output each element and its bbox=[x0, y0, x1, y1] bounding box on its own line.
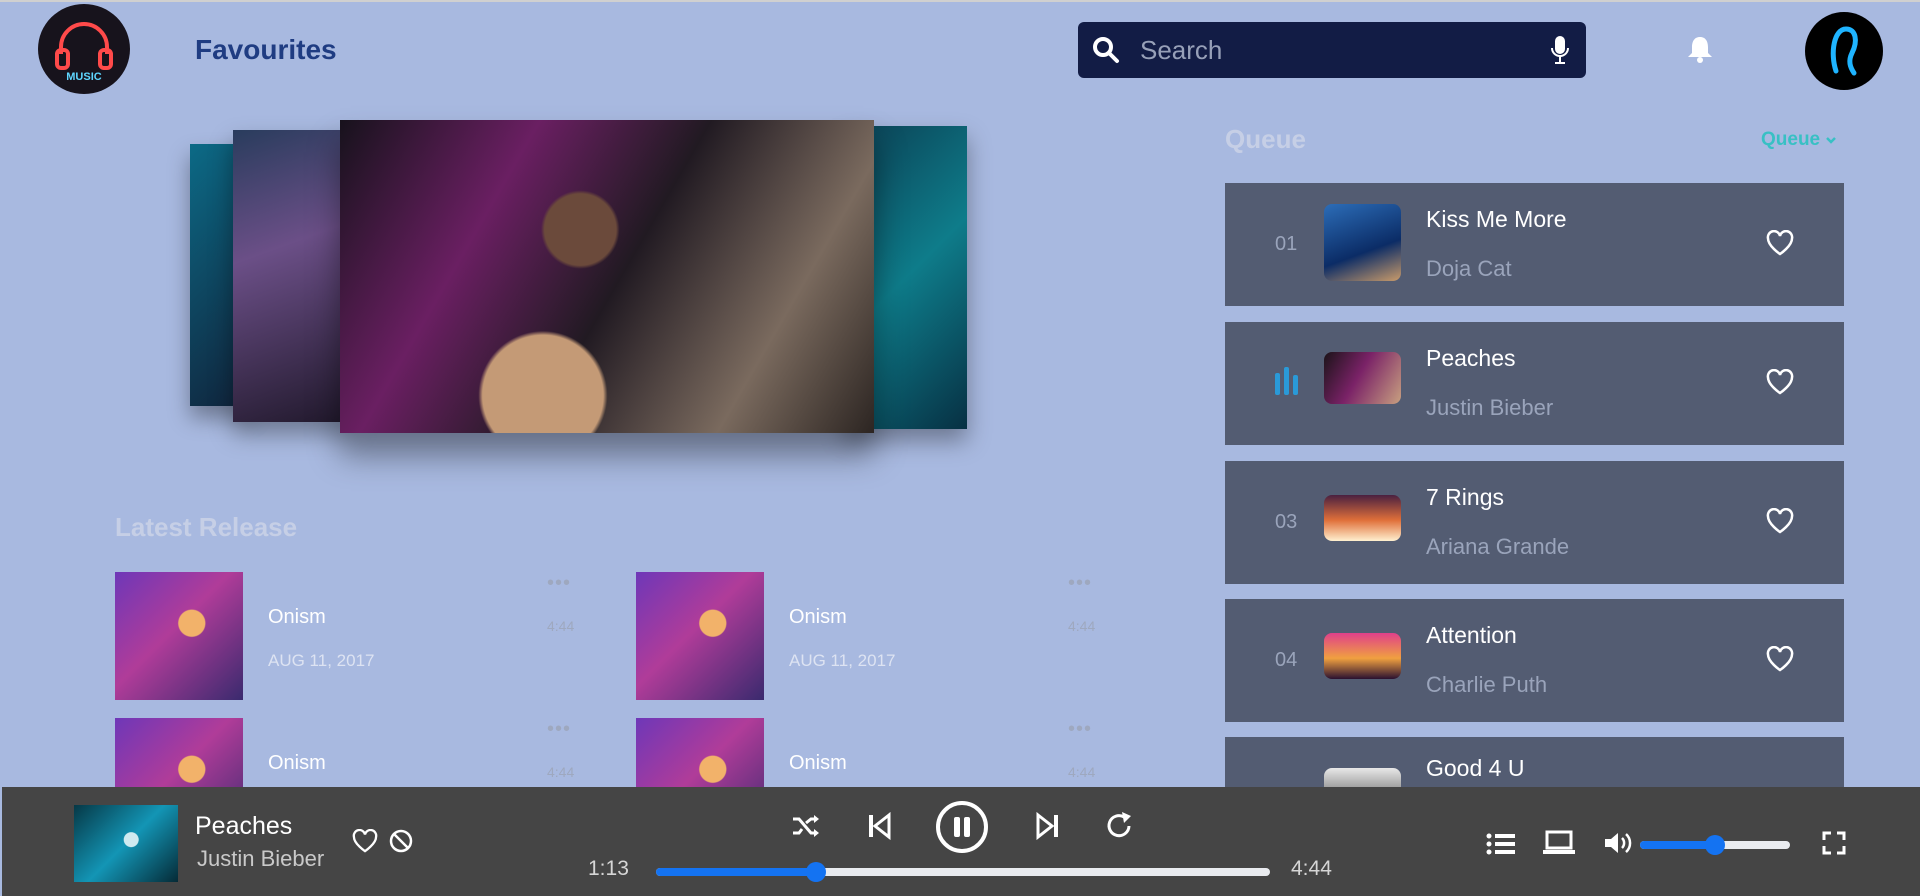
heart-icon[interactable] bbox=[352, 829, 378, 853]
next-icon[interactable] bbox=[1034, 812, 1060, 840]
microphone-icon[interactable] bbox=[1550, 35, 1570, 65]
release-name: Onism bbox=[789, 606, 847, 628]
page-title: Favourites bbox=[195, 34, 337, 65]
progress-handle[interactable] bbox=[805, 862, 826, 882]
carousel-slide-active[interactable] bbox=[340, 120, 874, 433]
release-duration: 4:44 bbox=[547, 618, 575, 634]
queue-title: Queue bbox=[1225, 124, 1306, 154]
queue-row-playing[interactable]: Peaches Justin Bieber bbox=[1225, 322, 1844, 445]
progress-fill bbox=[656, 868, 816, 876]
list-icon[interactable] bbox=[1486, 832, 1516, 856]
queue-number: 03 bbox=[1275, 511, 1298, 533]
queue-row[interactable]: 01 Kiss Me More Doja Cat bbox=[1225, 183, 1844, 306]
queue-dropdown[interactable]: Queue bbox=[1761, 129, 1837, 151]
release-duration: 4:44 bbox=[1068, 618, 1096, 634]
current-time: 1:13 bbox=[588, 857, 629, 880]
track-artist: Ariana Grande bbox=[1426, 534, 1570, 559]
search-bar[interactable] bbox=[1078, 22, 1586, 78]
volume-icon[interactable] bbox=[1603, 830, 1633, 856]
block-icon[interactable] bbox=[388, 828, 414, 854]
queue-row[interactable]: 03 7 Rings Ariana Grande bbox=[1225, 461, 1844, 584]
volume-fill bbox=[1640, 841, 1715, 849]
logo-text: MUSIC bbox=[66, 71, 102, 83]
release-item[interactable]: Onism ••• 4:44 bbox=[115, 718, 615, 787]
release-name: Onism bbox=[268, 752, 326, 774]
fullscreen-icon[interactable] bbox=[1822, 831, 1846, 855]
queue-row[interactable]: Good 4 U bbox=[1225, 737, 1844, 787]
queue-number: 04 bbox=[1275, 649, 1298, 671]
release-thumbnail bbox=[636, 572, 764, 700]
queue-dropdown-label: Queue bbox=[1761, 129, 1821, 150]
bell-icon[interactable] bbox=[1686, 34, 1714, 64]
release-name: Onism bbox=[789, 752, 847, 774]
track-art bbox=[1324, 495, 1401, 541]
heart-icon[interactable] bbox=[1766, 508, 1794, 534]
track-title: Kiss Me More bbox=[1426, 206, 1567, 232]
volume-slider[interactable] bbox=[1640, 835, 1790, 855]
player-bar: Peaches Justin Bieber 1:13 4:44 bbox=[2, 787, 1920, 896]
headphones-logo-icon: MUSIC bbox=[55, 22, 113, 83]
chevron-down-icon bbox=[1826, 137, 1837, 144]
total-time: 4:44 bbox=[1291, 857, 1332, 880]
now-playing-artist: Justin Bieber bbox=[197, 846, 325, 871]
now-playing-title: Peaches bbox=[195, 812, 293, 840]
track-title: 7 Rings bbox=[1426, 484, 1504, 510]
track-art bbox=[1324, 204, 1401, 281]
user-avatar-icon bbox=[1830, 26, 1858, 76]
latest-release-title: Latest Release bbox=[115, 512, 298, 542]
now-playing-art bbox=[74, 805, 178, 882]
app-logo[interactable]: MUSIC bbox=[38, 4, 130, 94]
carousel-slide[interactable] bbox=[233, 130, 353, 422]
device-icon[interactable] bbox=[1542, 830, 1576, 856]
heart-icon[interactable] bbox=[1766, 646, 1794, 672]
pause-icon bbox=[954, 817, 970, 837]
release-thumbnail bbox=[115, 718, 243, 787]
heart-icon[interactable] bbox=[1766, 230, 1794, 256]
queue-row[interactable]: 04 Attention Charlie Puth bbox=[1225, 599, 1844, 722]
release-item[interactable]: Onism ••• 4:44 bbox=[636, 718, 1136, 787]
search-input[interactable] bbox=[1120, 22, 1536, 78]
release-date: AUG 11, 2017 bbox=[268, 651, 375, 670]
release-thumbnail bbox=[636, 718, 764, 787]
release-duration: 4:44 bbox=[1068, 764, 1096, 780]
release-item[interactable]: Onism AUG 11, 2017 ••• 4:44 bbox=[636, 572, 1136, 700]
previous-icon[interactable] bbox=[867, 812, 893, 840]
release-name: Onism bbox=[268, 606, 326, 628]
more-options-icon[interactable]: ••• bbox=[547, 572, 571, 595]
track-art bbox=[1324, 352, 1401, 404]
user-avatar[interactable] bbox=[1805, 12, 1883, 90]
heart-icon[interactable] bbox=[1766, 369, 1794, 395]
track-title: Attention bbox=[1426, 622, 1517, 648]
repeat-icon[interactable] bbox=[1104, 811, 1134, 841]
track-title: Good 4 U bbox=[1426, 755, 1525, 781]
shuffle-icon[interactable] bbox=[791, 813, 821, 839]
track-artist: Doja Cat bbox=[1426, 256, 1512, 281]
search-icon bbox=[1093, 37, 1119, 63]
release-item[interactable]: Onism AUG 11, 2017 ••• 4:44 bbox=[115, 572, 615, 700]
release-date: AUG 11, 2017 bbox=[789, 651, 896, 670]
release-duration: 4:44 bbox=[547, 764, 575, 780]
track-art bbox=[1324, 768, 1401, 787]
track-title: Peaches bbox=[1426, 345, 1516, 371]
pause-button[interactable] bbox=[936, 801, 988, 853]
equalizer-icon bbox=[1275, 367, 1298, 395]
release-thumbnail bbox=[115, 572, 243, 700]
queue-number: 01 bbox=[1275, 233, 1298, 255]
progress-bar[interactable] bbox=[656, 862, 1270, 882]
track-art bbox=[1324, 633, 1401, 679]
more-options-icon[interactable]: ••• bbox=[1068, 572, 1092, 595]
volume-handle[interactable] bbox=[1705, 835, 1725, 855]
track-artist: Charlie Puth bbox=[1426, 672, 1548, 697]
more-options-icon[interactable]: ••• bbox=[547, 718, 571, 741]
more-options-icon[interactable]: ••• bbox=[1068, 718, 1092, 741]
track-artist: Justin Bieber bbox=[1426, 395, 1554, 420]
